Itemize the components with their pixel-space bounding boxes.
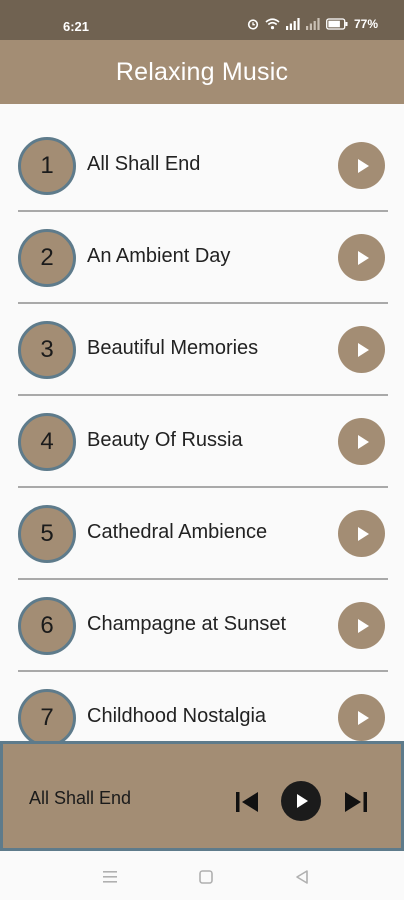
play-icon bbox=[357, 434, 369, 449]
track-play-button[interactable] bbox=[338, 142, 385, 189]
signal-icon bbox=[285, 18, 300, 30]
track-row-6[interactable]: 6 Champagne at Sunset bbox=[0, 580, 404, 672]
battery-icon bbox=[326, 18, 348, 30]
track-number-badge: 1 bbox=[18, 137, 76, 195]
app-title: Relaxing Music bbox=[115, 57, 289, 86]
play-icon bbox=[357, 710, 369, 725]
track-row-1[interactable]: 1 All Shall End bbox=[0, 120, 404, 212]
play-icon bbox=[357, 526, 369, 541]
track-play-button[interactable] bbox=[338, 234, 385, 281]
track-row-2[interactable]: 2 An Ambient Day bbox=[0, 212, 404, 304]
alarm-icon bbox=[247, 18, 259, 30]
play-icon bbox=[357, 618, 369, 633]
back-icon bbox=[296, 870, 308, 884]
now-playing-title: All Shall End bbox=[29, 788, 132, 808]
track-title: All Shall End bbox=[87, 153, 201, 175]
play-pause-button[interactable] bbox=[281, 781, 321, 821]
track-play-button[interactable] bbox=[338, 602, 385, 649]
skip-next-icon bbox=[345, 792, 367, 812]
battery-percentage: 77% bbox=[353, 17, 378, 31]
skip-previous-button[interactable] bbox=[233, 788, 261, 816]
play-icon bbox=[357, 250, 369, 265]
player-bar: All Shall End bbox=[0, 741, 404, 851]
nav-back-button[interactable] bbox=[292, 867, 312, 887]
track-play-button[interactable] bbox=[338, 510, 385, 557]
play-icon bbox=[357, 342, 369, 357]
status-icons: 77% bbox=[247, 17, 378, 31]
track-number-badge: 4 bbox=[18, 413, 76, 471]
track-title: An Ambient Day bbox=[87, 245, 231, 267]
system-nav-bar bbox=[0, 851, 404, 900]
track-title: Beauty Of Russia bbox=[87, 429, 243, 451]
track-row-4[interactable]: 4 Beauty Of Russia bbox=[0, 396, 404, 488]
track-number-badge: 2 bbox=[18, 229, 76, 287]
track-row-3[interactable]: 3 Beautiful Memories bbox=[0, 304, 404, 396]
screen: 6:21 77% Relaxing Music 1 All Shall End … bbox=[0, 0, 404, 900]
track-play-button[interactable] bbox=[338, 418, 385, 465]
track-number-badge: 7 bbox=[18, 689, 76, 747]
status-bar: 6:21 77% bbox=[0, 0, 404, 40]
menu-icon bbox=[103, 871, 117, 883]
track-play-button[interactable] bbox=[338, 326, 385, 373]
app-bar: Relaxing Music bbox=[0, 40, 404, 104]
track-number-badge: 6 bbox=[18, 597, 76, 655]
signal-icon-2 bbox=[305, 18, 320, 30]
status-time: 6:21 bbox=[63, 19, 90, 34]
track-title: Champagne at Sunset bbox=[87, 613, 287, 635]
track-play-button[interactable] bbox=[338, 694, 385, 741]
track-number-badge: 5 bbox=[18, 505, 76, 563]
play-icon bbox=[357, 158, 369, 173]
track-title: Cathedral Ambience bbox=[87, 521, 268, 543]
track-title: Beautiful Memories bbox=[87, 337, 259, 359]
track-row-5[interactable]: 5 Cathedral Ambience bbox=[0, 488, 404, 580]
track-number-badge: 3 bbox=[18, 321, 76, 379]
nav-menu-button[interactable] bbox=[100, 867, 120, 887]
track-title: Childhood Nostalgia bbox=[87, 705, 267, 727]
nav-home-button[interactable] bbox=[196, 867, 216, 887]
play-icon bbox=[297, 794, 308, 808]
wifi-icon bbox=[265, 18, 280, 30]
skip-previous-icon bbox=[236, 792, 258, 812]
skip-next-button[interactable] bbox=[342, 788, 370, 816]
home-icon bbox=[199, 870, 213, 884]
